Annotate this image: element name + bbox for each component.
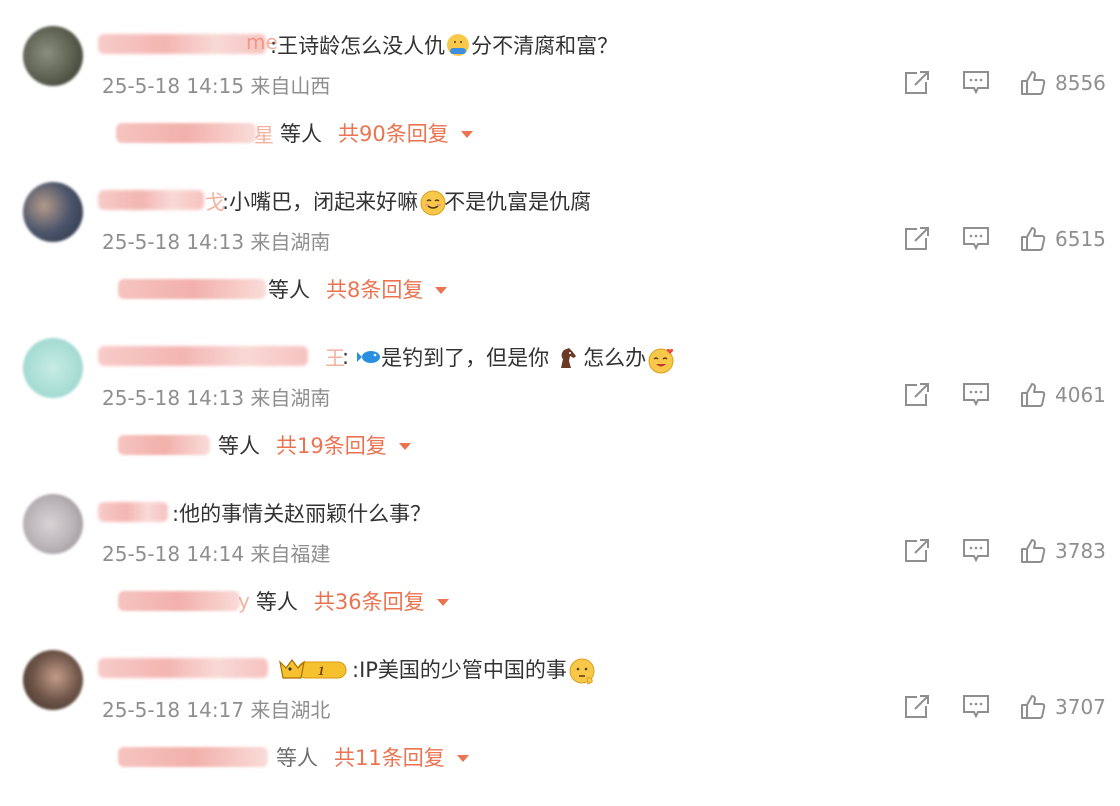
- comment-meta: 25-5-18 14:15 来自山西: [102, 74, 331, 98]
- avatar[interactable]: [23, 182, 83, 242]
- chevron-down-icon[interactable]: [456, 755, 469, 762]
- comment-text-part: 怎么办: [583, 346, 647, 370]
- chevron-down-icon[interactable]: [435, 287, 448, 294]
- replier-names: [116, 123, 256, 143]
- reply-summary[interactable]: 等人 共8条回复: [98, 274, 448, 304]
- like-button[interactable]: 3783: [1020, 538, 1106, 564]
- comment-item: 1 :IP美国的少管中国的事 25-5-18 14:17 来自湖北 3707 等…: [0, 650, 1120, 806]
- action-bar: 6515: [903, 226, 1106, 252]
- comment-icon[interactable]: [962, 382, 990, 408]
- comment-text-part: 分不清腐和富？: [471, 34, 619, 58]
- share-icon[interactable]: [903, 694, 931, 720]
- hug-emoji-icon: [447, 34, 470, 56]
- comment-meta: 25-5-18 14:14 来自福建: [102, 542, 331, 566]
- username[interactable]: [98, 190, 204, 210]
- comment-icon[interactable]: [962, 694, 990, 720]
- like-icon: [1021, 383, 1046, 407]
- comment-text-part: :IP美国的少管中国的事: [352, 658, 567, 682]
- like-button[interactable]: 8556: [1020, 70, 1106, 96]
- reply-summary[interactable]: y 等人 共36条回复: [98, 586, 449, 616]
- username[interactable]: [98, 502, 168, 522]
- chevron-down-icon[interactable]: [436, 599, 449, 606]
- comment-icon[interactable]: [962, 538, 990, 564]
- username[interactable]: [98, 34, 266, 54]
- replier-names: [118, 591, 240, 611]
- reply-summary[interactable]: 等人 共19条回复: [98, 430, 411, 460]
- avatar[interactable]: [23, 26, 83, 86]
- comment-meta: 25-5-18 14:13 来自湖南: [102, 386, 331, 410]
- chevron-down-icon[interactable]: [460, 131, 473, 138]
- username[interactable]: [98, 658, 268, 678]
- comment-item: 戈 :小嘴巴，闭起来好嘛 不是仇富是仇腐 25-5-18 14:13 来自湖南 …: [0, 182, 1120, 338]
- replier-tail: 星: [254, 122, 274, 147]
- comment-icon[interactable]: [962, 70, 990, 96]
- action-bar: 3707: [903, 694, 1106, 720]
- fish-emoji-icon: [357, 346, 381, 368]
- reply-who: 等人: [255, 590, 298, 614]
- comment-text: :IP美国的少管中国的事: [352, 654, 595, 685]
- comment-icon[interactable]: [962, 226, 990, 252]
- comment-text-part: :小嘴巴，闭起来好嘛: [222, 190, 419, 214]
- comment-text: :他的事情关赵丽颖什么事？: [172, 498, 431, 528]
- replier-names: [118, 747, 268, 767]
- reply-count[interactable]: 共8条回复: [326, 274, 423, 304]
- share-icon[interactable]: [903, 382, 931, 408]
- action-bar: 4061: [903, 382, 1106, 408]
- comment-text-part: :王诗龄怎么没人仇: [270, 34, 446, 58]
- avatar[interactable]: [23, 494, 83, 554]
- comment-item: 王 : 是钓到了，但是你 怎么办 25-5-18 14:13 来自湖南 4061…: [0, 338, 1120, 494]
- comment-text: :王诗龄怎么没人仇 分不清腐和富？: [270, 30, 618, 60]
- comment-meta: 25-5-18 14:17 来自湖北: [102, 698, 331, 722]
- like-icon: [1021, 227, 1046, 251]
- username[interactable]: [98, 346, 308, 366]
- like-button[interactable]: 6515: [1020, 226, 1106, 252]
- smile-emoji-icon: [420, 190, 446, 216]
- horse-emoji-icon: [555, 346, 577, 368]
- reply-who: 等人: [268, 278, 310, 302]
- vip-level: 1: [318, 663, 325, 678]
- share-icon[interactable]: [903, 538, 931, 564]
- reply-summary[interactable]: 星 等人 共90条回复: [98, 118, 473, 148]
- like-count: 6515: [1055, 227, 1106, 251]
- reply-count[interactable]: 共19条回复: [276, 430, 387, 460]
- comment-text: : 是钓到了，但是你 怎么办: [342, 342, 674, 374]
- comment-item: me :王诗龄怎么没人仇 分不清腐和富？ 25-5-18 14:15 来自山西 …: [0, 26, 1120, 182]
- vip-crown-badge[interactable]: 1: [278, 656, 350, 682]
- replier-names: [118, 279, 266, 299]
- reply-who: 等人: [276, 746, 318, 770]
- reply-count[interactable]: 共36条回复: [314, 586, 425, 616]
- comment-text: :小嘴巴，闭起来好嘛 不是仇富是仇腐: [222, 186, 591, 216]
- avatar[interactable]: [23, 650, 83, 710]
- comment-meta: 25-5-18 14:13 来自湖南: [102, 230, 331, 254]
- reply-who: 等人: [218, 434, 260, 458]
- like-count: 3707: [1055, 695, 1106, 719]
- like-count: 8556: [1055, 71, 1106, 95]
- action-bar: 8556: [903, 70, 1106, 96]
- like-icon: [1021, 71, 1046, 95]
- action-bar: 3783: [903, 538, 1106, 564]
- avatar[interactable]: [23, 338, 83, 398]
- like-icon: [1021, 539, 1046, 563]
- share-icon[interactable]: [903, 226, 931, 252]
- reply-count[interactable]: 共90条回复: [338, 118, 449, 148]
- like-count: 4061: [1055, 383, 1106, 407]
- love-emoji-icon: [648, 346, 674, 374]
- like-button[interactable]: 4061: [1020, 382, 1106, 408]
- comment-text-part: :: [342, 345, 350, 369]
- like-button[interactable]: 3707: [1020, 694, 1106, 720]
- like-icon: [1021, 695, 1046, 719]
- thinking-emoji-icon: [569, 658, 595, 685]
- reply-count[interactable]: 共11条回复: [334, 742, 445, 772]
- reply-summary[interactable]: 等人 共11条回复: [98, 742, 469, 772]
- replier-tail: y: [238, 589, 250, 613]
- comment-text-part: 不是仇富是仇腐: [444, 190, 592, 214]
- reply-who: 等人: [280, 122, 322, 146]
- chevron-down-icon[interactable]: [398, 443, 411, 450]
- share-icon[interactable]: [903, 70, 931, 96]
- comment-text-part: 是钓到了，但是你: [381, 346, 550, 370]
- replier-names: [118, 435, 210, 455]
- comment-text-part: :他的事情关赵丽颖什么事？: [172, 502, 432, 526]
- comment-item: :他的事情关赵丽颖什么事？ 25-5-18 14:14 来自福建 3783 y …: [0, 494, 1120, 650]
- like-count: 3783: [1055, 539, 1106, 563]
